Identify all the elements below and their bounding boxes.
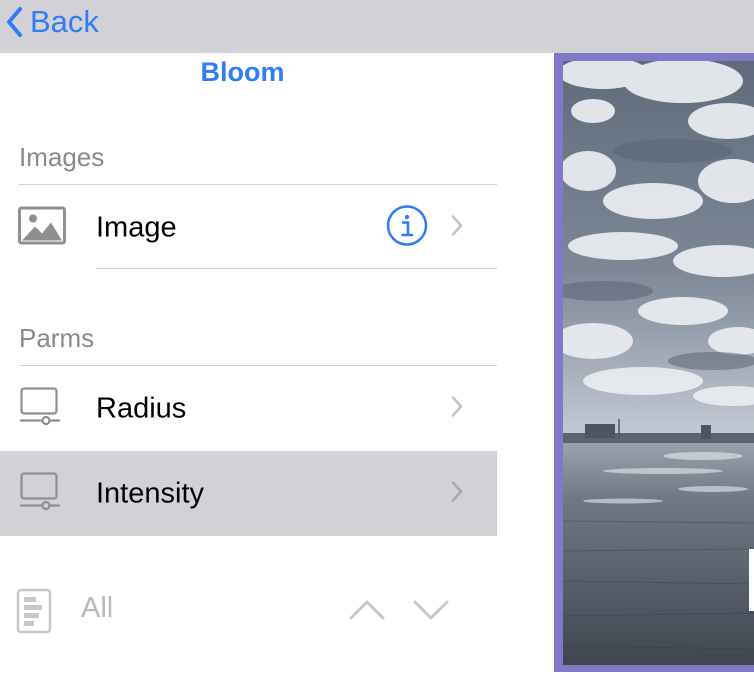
preview-image[interactable] [563,61,754,665]
list-item-radius[interactable]: Radius [0,366,497,451]
row-divider [96,268,497,269]
bottom-toolbar: All [0,580,497,642]
list-item-image[interactable]: Image [0,185,497,270]
section-header-parms: Parms [19,323,95,353]
chevron-down-icon[interactable] [412,598,450,627]
panel-title: Bloom [200,57,285,87]
back-button[interactable]: Back [4,0,99,44]
section-header-images: Images [19,142,105,172]
list-item-label: Image [96,211,177,243]
chevron-right-icon [450,395,464,422]
info-icon[interactable] [386,204,428,251]
filter-label: All [81,592,114,624]
chevron-right-icon [450,480,464,507]
chevron-up-icon[interactable] [348,598,386,627]
list-item-label: Intensity [96,477,204,509]
chevron-left-icon [7,7,22,37]
monitor-slider-icon [18,471,62,516]
navigation-bar: Back [0,0,754,53]
document-icon[interactable] [16,588,52,639]
photo-icon [18,206,66,249]
back-label: Back [30,4,99,39]
list-item-label: Radius [96,392,187,424]
list-item-intensity[interactable]: Intensity [0,451,497,536]
monitor-slider-icon [18,386,62,431]
chevron-right-icon [450,214,464,241]
